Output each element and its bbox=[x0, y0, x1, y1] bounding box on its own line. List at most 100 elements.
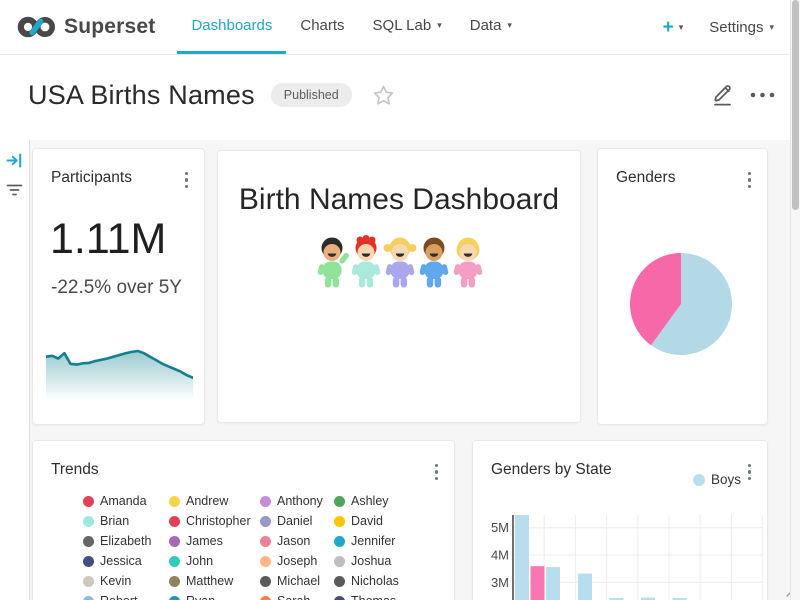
genders-pie-chart[interactable] bbox=[598, 149, 769, 419]
expand-filter-bar-icon bbox=[6, 152, 23, 169]
nav-item-label: Charts bbox=[300, 17, 344, 34]
legend-label: Sarah bbox=[277, 594, 310, 600]
legend-item-david[interactable]: David bbox=[334, 511, 426, 531]
expand-filter-bar-button[interactable] bbox=[6, 152, 23, 169]
chevron-down-icon: ▾ bbox=[769, 23, 774, 32]
bar-3[interactable] bbox=[578, 574, 592, 600]
chart-title: Participants bbox=[51, 169, 132, 187]
legend-swatch bbox=[260, 516, 271, 527]
settings-label: Settings bbox=[709, 19, 763, 36]
chart-card-genders-by-state: Genders by State Boys 5M4M3M bbox=[472, 440, 768, 600]
legend-item-joshua[interactable]: Joshua bbox=[334, 551, 426, 571]
legend-item-elizabeth[interactable]: Elizabeth bbox=[83, 531, 169, 551]
star-icon bbox=[372, 84, 395, 107]
chevron-down-icon: ▾ bbox=[679, 23, 684, 32]
genders-by-state-bar-chart[interactable]: 5M 4M 3M bbox=[473, 441, 769, 600]
legend-item-christopher[interactable]: Christopher bbox=[169, 511, 260, 531]
nav-item-charts[interactable]: Charts bbox=[286, 0, 358, 54]
filter-list-button[interactable] bbox=[6, 183, 23, 197]
legend-swatch bbox=[83, 496, 94, 507]
legend-label: Michael bbox=[277, 574, 320, 588]
child-figure-4 bbox=[453, 238, 483, 288]
chevron-down-icon: ▾ bbox=[507, 21, 512, 30]
nav-item-data[interactable]: Data ▾ bbox=[456, 0, 526, 54]
legend-item-ryan[interactable]: Ryan bbox=[169, 591, 260, 600]
legend-item-nicholas[interactable]: Nicholas bbox=[334, 571, 426, 591]
legend-swatch bbox=[169, 556, 180, 567]
y-axis-tick: 5M bbox=[491, 520, 509, 535]
child-figure-1 bbox=[351, 235, 381, 288]
y-axis-tick: 4M bbox=[491, 548, 509, 563]
edit-dashboard-button[interactable] bbox=[711, 82, 735, 108]
chart-kebab-menu[interactable] bbox=[183, 170, 190, 190]
pencil-edit-icon bbox=[711, 82, 735, 108]
legend-swatch bbox=[260, 536, 271, 547]
y-axis-tick: 3M bbox=[491, 575, 509, 590]
legend-item-john[interactable]: John bbox=[169, 551, 260, 571]
legend-swatch bbox=[83, 536, 94, 547]
settings-menu[interactable]: Settings ▾ bbox=[709, 19, 774, 36]
legend-item-kevin[interactable]: Kevin bbox=[83, 571, 169, 591]
nav-item-label: Data bbox=[470, 17, 502, 34]
legend-label: Andrew bbox=[186, 494, 228, 508]
legend-label: Kevin bbox=[100, 574, 131, 588]
dashboard-grid: Participants 1.11M -22.5% over 5Y Birth … bbox=[0, 140, 800, 600]
top-navbar: Superset Dashboards Charts SQL Lab▾ Data ▾ +… bbox=[0, 0, 800, 55]
published-badge[interactable]: Published bbox=[271, 83, 352, 107]
legend-item-james[interactable]: James bbox=[169, 531, 260, 551]
new-item-button[interactable]: + ▾ bbox=[663, 18, 684, 37]
legend-label: Robert bbox=[100, 594, 138, 600]
legend-item-jason[interactable]: Jason bbox=[260, 531, 334, 551]
favorite-star-button[interactable] bbox=[372, 84, 395, 107]
legend-label: Thomas bbox=[351, 594, 396, 600]
filter-bar-collapsed bbox=[0, 140, 30, 600]
chart-card-genders: Genders bbox=[597, 148, 768, 425]
legend-swatch bbox=[260, 576, 271, 587]
nav-item-label: Dashboards bbox=[191, 17, 272, 34]
legend-swatch bbox=[169, 496, 180, 507]
legend-item-matthew[interactable]: Matthew bbox=[169, 571, 260, 591]
markdown-heading: Birth Names Dashboard bbox=[218, 183, 580, 217]
legend-item-thomas[interactable]: Thomas bbox=[334, 591, 426, 600]
legend-label: Brian bbox=[100, 514, 129, 528]
legend-swatch bbox=[260, 496, 271, 507]
superset-logo[interactable]: Superset bbox=[0, 0, 155, 54]
legend-item-ashley[interactable]: Ashley bbox=[334, 491, 426, 511]
legend-swatch bbox=[334, 536, 345, 547]
nav-item-sql-lab[interactable]: SQL Lab▾ bbox=[359, 0, 456, 54]
legend-item-anthony[interactable]: Anthony bbox=[260, 491, 334, 511]
legend-label: Ashley bbox=[351, 494, 389, 508]
legend-item-sarah[interactable]: Sarah bbox=[260, 591, 334, 600]
legend-label: Anthony bbox=[277, 494, 323, 508]
more-actions-button[interactable] bbox=[749, 91, 776, 99]
big-number-value: 1.11M bbox=[50, 215, 166, 264]
legend-item-michael[interactable]: Michael bbox=[260, 571, 334, 591]
legend-item-jessica[interactable]: Jessica bbox=[83, 551, 169, 571]
legend-swatch bbox=[169, 536, 180, 547]
legend-item-amanda[interactable]: Amanda bbox=[83, 491, 169, 511]
scrollbar-thumb[interactable] bbox=[792, 0, 799, 210]
legend-swatch bbox=[169, 576, 180, 587]
big-number-subheader: -22.5% over 5Y bbox=[51, 277, 182, 299]
legend-item-daniel[interactable]: Daniel bbox=[260, 511, 334, 531]
legend-swatch bbox=[169, 596, 180, 600]
legend-item-brian[interactable]: Brian bbox=[83, 511, 169, 531]
bar-0[interactable] bbox=[515, 515, 529, 600]
header-actions bbox=[711, 82, 776, 108]
nav-item-dashboards[interactable]: Dashboards bbox=[177, 0, 286, 54]
legend-item-jennifer[interactable]: Jennifer bbox=[334, 531, 426, 551]
legend-swatch bbox=[334, 596, 345, 600]
legend-item-andrew[interactable]: Andrew bbox=[169, 491, 260, 511]
dashboard-header: USA Births Names Published bbox=[0, 56, 800, 140]
legend-swatch bbox=[83, 516, 94, 527]
participants-trend-sparkline[interactable] bbox=[46, 335, 193, 399]
chart-kebab-menu[interactable] bbox=[433, 462, 440, 482]
bar-2[interactable] bbox=[546, 567, 560, 600]
legend-item-joseph[interactable]: Joseph bbox=[260, 551, 334, 571]
bar-1[interactable] bbox=[531, 566, 545, 600]
dashboard-title: USA Births Names bbox=[28, 80, 255, 111]
legend-item-robert[interactable]: Robert bbox=[83, 591, 169, 600]
trends-legend: Amanda Andrew Anthony Ashley Brian Christophe… bbox=[83, 491, 426, 600]
legend-label: Matthew bbox=[186, 574, 233, 588]
legend-label: Jennifer bbox=[351, 534, 395, 548]
